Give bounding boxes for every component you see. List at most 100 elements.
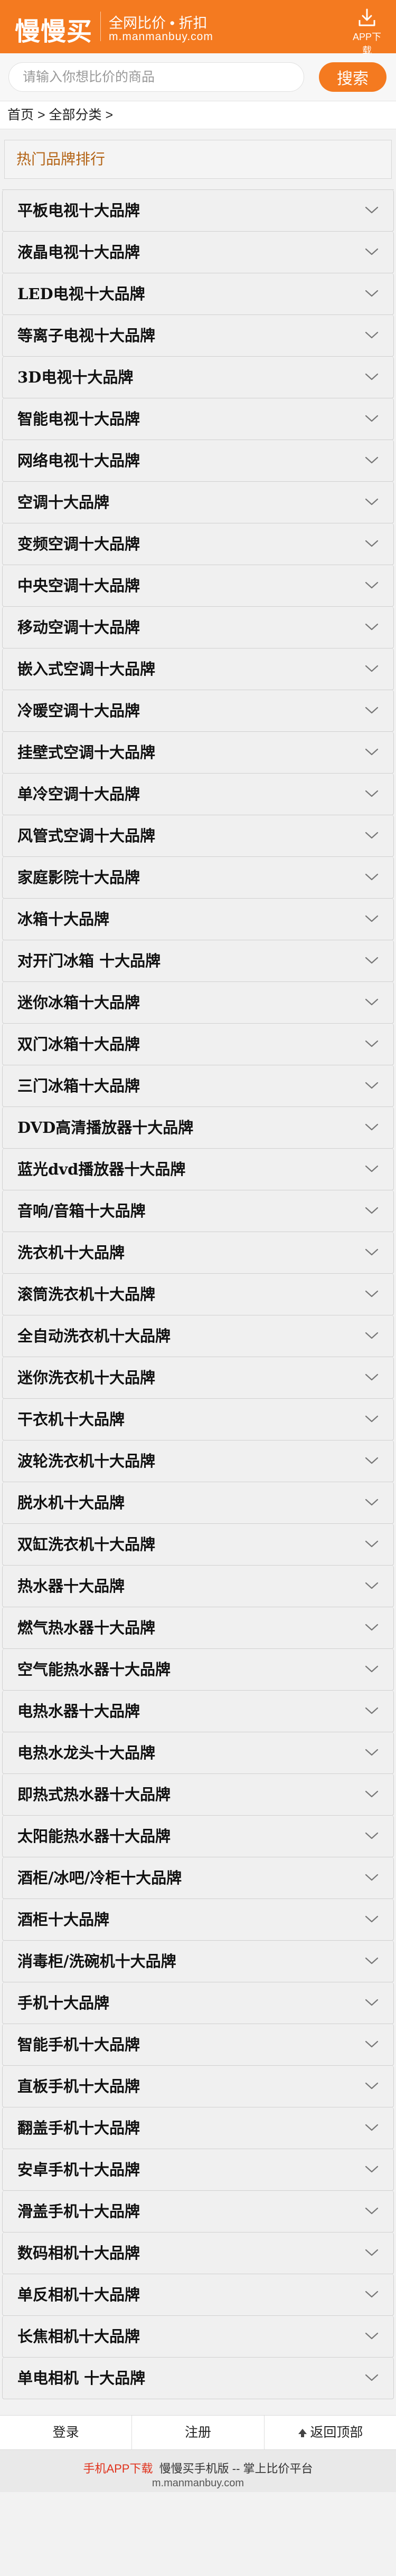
category-row[interactable]: 电热水龙头十大品牌 [2,1732,394,1774]
category-row[interactable]: 迷你洗衣机十大品牌 [2,1357,394,1399]
category-row[interactable]: 洗衣机十大品牌 [2,1232,394,1274]
category-row[interactable]: 消毒柜/洗碗机十大品牌 [2,1941,394,1982]
footer-nav: 登录 注册 返回顶部 [0,2415,396,2450]
category-row[interactable]: 酒柜十大品牌 [2,1899,394,1941]
breadcrumb: 首页 > 全部分类 > [0,101,396,129]
category-row[interactable]: 酒柜/冰吧/冷柜十大品牌 [2,1857,394,1899]
chevron-down-icon [365,1248,379,1256]
category-row[interactable]: 电热水器十大品牌 [2,1691,394,1732]
category-label: 单电相机 十大品牌 [17,2369,146,2387]
category-row[interactable]: 太阳能热水器十大品牌 [2,1816,394,1857]
category-row[interactable]: 空气能热水器十大品牌 [2,1649,394,1691]
category-row[interactable]: 滑盖手机十大品牌 [2,2191,394,2232]
category-row[interactable]: 干衣机十大品牌 [2,1399,394,1440]
category-row[interactable]: 智能电视十大品牌 [2,398,394,440]
category-row[interactable]: 移动空调十大品牌 [2,607,394,648]
category-row[interactable]: DVD高清播放器十大品牌 [2,1107,394,1149]
chevron-down-icon [365,1874,379,1881]
category-label: 长焦相机十大品牌 [17,2327,140,2345]
chevron-down-icon [365,2291,379,2298]
category-label: 消毒柜/洗碗机十大品牌 [17,1952,176,1970]
category-row[interactable]: 滚筒洗衣机十大品牌 [2,1274,394,1315]
chevron-down-icon [365,206,379,214]
category-row[interactable]: 对开门冰箱 十大品牌 [2,940,394,982]
chevron-down-icon [365,1999,379,2006]
category-row[interactable]: 液晶电视十大品牌 [2,232,394,273]
breadcrumb-separator: > [105,108,114,122]
category-row[interactable]: 长焦相机十大品牌 [2,2316,394,2358]
category-row[interactable]: 等离子电视十大品牌 [2,315,394,357]
category-row[interactable]: 安卓手机十大品牌 [2,2149,394,2191]
chevron-down-icon [365,748,379,756]
category-row[interactable]: 手机十大品牌 [2,1982,394,2024]
chevron-down-icon [365,2165,379,2173]
site-logo[interactable]: 慢慢买 [15,11,92,47]
chevron-down-icon [365,1957,379,1964]
search-button[interactable]: 搜索 [319,62,386,92]
category-label: 酒柜/冰吧/冷柜十大品牌 [17,1869,182,1887]
chevron-down-icon [365,1040,379,1047]
chevron-down-icon [365,1457,379,1464]
category-label: 音响/音箱十大品牌 [17,1202,146,1220]
login-link[interactable]: 登录 [0,2416,133,2449]
category-row[interactable]: 3D电视十大品牌 [2,357,394,398]
category-row[interactable]: 数码相机十大品牌 [2,2232,394,2274]
site-slogan: 全网比价 • 折扣 [109,15,208,31]
category-row[interactable]: 空调十大品牌 [2,482,394,523]
category-row[interactable]: 迷你冰箱十大品牌 [2,982,394,1024]
category-label: 双门冰箱十大品牌 [17,1035,140,1053]
category-row[interactable]: 嵌入式空调十大品牌 [2,648,394,690]
chevron-down-icon [365,1082,379,1089]
breadcrumb-home[interactable]: 首页 [7,108,34,122]
search-input[interactable] [8,62,304,92]
chevron-down-icon [365,1540,379,1548]
category-row[interactable]: 变频空调十大品牌 [2,523,394,565]
category-row[interactable]: 双门冰箱十大品牌 [2,1024,394,1065]
category-row[interactable]: 热水器十大品牌 [2,1566,394,1607]
category-row[interactable]: 三门冰箱十大品牌 [2,1065,394,1107]
chevron-down-icon [365,498,379,505]
category-label: 平板电视十大品牌 [17,202,140,220]
category-row[interactable]: 智能手机十大品牌 [2,2024,394,2066]
category-row[interactable]: 翻盖手机十大品牌 [2,2107,394,2149]
chevron-down-icon [365,1582,379,1589]
chevron-down-icon [365,2082,379,2090]
category-row[interactable]: 冷暖空调十大品牌 [2,690,394,732]
back-to-top-button[interactable]: 返回顶部 [265,2416,396,2449]
category-row[interactable]: LED电视十大品牌 [2,273,394,315]
category-row[interactable]: 网络电视十大品牌 [2,440,394,482]
category-row[interactable]: 风管式空调十大品牌 [2,815,394,857]
category-row[interactable]: 冰箱十大品牌 [2,899,394,940]
category-label: 液晶电视十大品牌 [17,243,140,261]
category-row[interactable]: 中央空调十大品牌 [2,565,394,607]
site-header: 慢慢买 全网比价 • 折扣 m.manmanbuy.com APP下载 [0,0,396,56]
category-row[interactable]: 平板电视十大品牌 [2,190,394,232]
category-label: 干衣机十大品牌 [17,1410,125,1428]
category-label: 蓝光dvd播放器十大品牌 [17,1160,186,1178]
footer-info: 手机APP下载 慢慢买手机版 -- 掌上比价平台 m.manmanbuy.com [0,2450,396,2492]
app-download-button[interactable]: APP下载 [348,7,385,56]
chevron-down-icon [365,1832,379,1839]
category-row[interactable]: 脱水机十大品牌 [2,1482,394,1524]
category-label: 燃气热水器十大品牌 [17,1619,156,1637]
footer-mobile-site[interactable]: 慢慢买手机版 [159,2462,229,2475]
category-row[interactable]: 单冷空调十大品牌 [2,774,394,815]
category-row[interactable]: 蓝光dvd播放器十大品牌 [2,1149,394,1190]
category-row[interactable]: 家庭影院十大品牌 [2,857,394,899]
chevron-down-icon [365,707,379,714]
category-row[interactable]: 直板手机十大品牌 [2,2066,394,2107]
breadcrumb-all-categories[interactable]: 全部分类 [49,108,102,122]
category-row[interactable]: 全自动洗衣机十大品牌 [2,1315,394,1357]
category-row[interactable]: 燃气热水器十大品牌 [2,1607,394,1649]
category-label: 太阳能热水器十大品牌 [17,1827,171,1845]
category-row[interactable]: 双缸洗衣机十大品牌 [2,1524,394,1566]
category-row[interactable]: 挂壁式空调十大品牌 [2,732,394,774]
category-row[interactable]: 即热式热水器十大品牌 [2,1774,394,1816]
register-link[interactable]: 注册 [132,2416,265,2449]
category-row[interactable]: 音响/音箱十大品牌 [2,1190,394,1232]
category-row[interactable]: 波轮洗衣机十大品牌 [2,1440,394,1482]
category-row[interactable]: 单电相机 十大品牌 [2,2358,394,2399]
category-row[interactable]: 单反相机十大品牌 [2,2274,394,2316]
category-label: 电热水龙头十大品牌 [17,1744,156,1762]
footer-app-link[interactable]: 手机APP下载 [83,2462,153,2475]
